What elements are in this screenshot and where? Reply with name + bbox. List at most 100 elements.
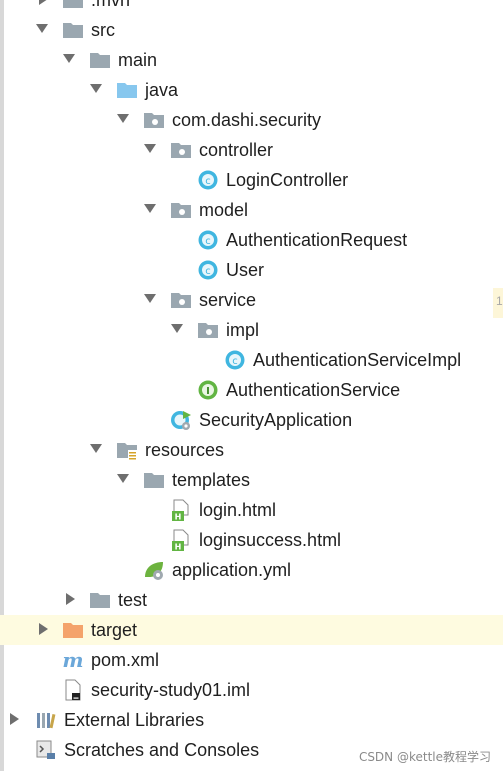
spring-boot-class-icon xyxy=(170,409,192,431)
tree-item-model[interactable]: model xyxy=(0,195,503,225)
tree-item-label: impl xyxy=(226,320,260,340)
collapse-arrow-icon[interactable] xyxy=(36,24,48,33)
tree-item-label: security-study01.iml xyxy=(91,680,251,700)
tree-item-login-html[interactable]: H login.html xyxy=(0,495,503,525)
tree-item-security-application[interactable]: SecurityApplication xyxy=(0,405,503,435)
spring-config-icon xyxy=(143,559,165,581)
expand-arrow-icon[interactable] xyxy=(66,593,75,605)
svg-text:I: I xyxy=(206,386,210,397)
tree-item-label: pom.xml xyxy=(91,650,160,670)
collapse-arrow-icon[interactable] xyxy=(144,294,156,303)
html-file-icon: H xyxy=(170,499,192,522)
tree-item-impl[interactable]: impl xyxy=(0,315,503,345)
folder-icon xyxy=(89,49,111,71)
svg-text:H: H xyxy=(175,543,182,552)
svg-text:c: c xyxy=(205,236,211,247)
expand-arrow-icon[interactable] xyxy=(10,713,19,725)
tree-item-service[interactable]: service xyxy=(0,285,503,315)
package-icon xyxy=(170,199,192,221)
tree-item-loginsuccess-html[interactable]: H loginsuccess.html xyxy=(0,525,503,555)
tree-item-application-yml[interactable]: application.yml xyxy=(0,555,503,585)
tree-item-label: target xyxy=(91,620,138,640)
collapse-arrow-icon[interactable] xyxy=(63,54,75,63)
tree-item-label: controller xyxy=(199,140,274,160)
tree-item-label: SecurityApplication xyxy=(199,410,353,430)
tree-item-authentication-request[interactable]: c AuthenticationRequest xyxy=(0,225,503,255)
iml-file-icon xyxy=(62,679,84,701)
interface-icon: I xyxy=(197,379,219,401)
tree-item-label: service xyxy=(199,290,257,310)
tree-item-label: Scratches and Consoles xyxy=(64,740,260,760)
tree-item-label: AuthenticationRequest xyxy=(226,230,408,250)
tree-item-java[interactable]: java xyxy=(0,75,503,105)
tree-item-test[interactable]: test xyxy=(0,585,503,615)
tree-item-mvn[interactable]: .mvn xyxy=(0,0,503,15)
svg-text:m: m xyxy=(62,649,83,671)
tree-item-label: src xyxy=(91,20,115,40)
tree-item-label: User xyxy=(226,260,265,280)
folder-icon xyxy=(62,0,84,11)
package-icon xyxy=(170,289,192,311)
libraries-icon xyxy=(35,709,57,731)
package-icon xyxy=(170,139,192,161)
svg-text:c: c xyxy=(232,356,238,367)
folder-icon xyxy=(89,589,111,611)
expand-arrow-icon[interactable] xyxy=(39,623,48,635)
tree-item-label: AuthenticationService xyxy=(226,380,401,400)
collapse-arrow-icon[interactable] xyxy=(117,474,129,483)
tree-item-main[interactable]: main xyxy=(0,45,503,75)
tree-item-pom-xml[interactable]: m pom.xml xyxy=(0,645,503,675)
tree-item-external-libraries[interactable]: External Libraries xyxy=(0,705,503,735)
tree-item-label: AuthenticationServiceImpl xyxy=(253,350,462,370)
tree-item-label: loginsuccess.html xyxy=(199,530,342,550)
tree-item-authentication-service[interactable]: I AuthenticationService xyxy=(0,375,503,405)
folder-icon xyxy=(143,469,165,491)
tree-item-iml-file[interactable]: security-study01.iml xyxy=(0,675,503,705)
class-icon: c xyxy=(197,169,219,191)
class-icon: c xyxy=(224,349,246,371)
collapse-arrow-icon[interactable] xyxy=(90,444,102,453)
collapse-arrow-icon[interactable] xyxy=(90,84,102,93)
collapse-arrow-icon[interactable] xyxy=(144,204,156,213)
tree-item-label: com.dashi.security xyxy=(172,110,322,130)
excluded-folder-icon xyxy=(62,619,84,641)
watermark: CSDN @kettle教程学习 xyxy=(358,750,491,764)
tree-item-label: templates xyxy=(172,470,251,490)
tree-item-templates[interactable]: templates xyxy=(0,465,503,495)
class-icon: c xyxy=(197,259,219,281)
tree-item-resources[interactable]: resources xyxy=(0,435,503,465)
project-tree[interactable]: .mvn src main java com.dashi.security co… xyxy=(0,0,503,771)
scratches-icon xyxy=(35,739,57,761)
tree-item-label: model xyxy=(199,200,249,220)
tree-item-user[interactable]: c User xyxy=(0,255,503,285)
package-icon xyxy=(143,109,165,131)
tree-item-label: .mvn xyxy=(91,0,131,10)
tree-item-label: LoginController xyxy=(226,170,349,190)
tree-item-label: java xyxy=(145,80,179,100)
tree-item-label: application.yml xyxy=(172,560,292,580)
tree-item-package-root[interactable]: com.dashi.security xyxy=(0,105,503,135)
editor-edge-fragment: 1 xyxy=(493,288,503,318)
expand-arrow-icon[interactable] xyxy=(39,0,48,5)
edge-fragment-text: 1 xyxy=(496,294,503,308)
resources-folder-icon xyxy=(116,439,138,461)
collapse-arrow-icon[interactable] xyxy=(144,144,156,153)
collapse-arrow-icon[interactable] xyxy=(171,324,183,333)
tree-item-label: External Libraries xyxy=(64,710,205,730)
tree-item-src[interactable]: src xyxy=(0,15,503,45)
svg-text:c: c xyxy=(205,266,211,277)
maven-icon: m xyxy=(62,648,84,672)
svg-text:H: H xyxy=(175,513,182,522)
tree-item-label: login.html xyxy=(199,500,277,520)
tree-item-label: resources xyxy=(145,440,225,460)
tree-item-authentication-service-impl[interactable]: c AuthenticationServiceImpl xyxy=(0,345,503,375)
tree-item-label: test xyxy=(118,590,148,610)
source-folder-icon xyxy=(116,79,138,101)
collapse-arrow-icon[interactable] xyxy=(117,114,129,123)
tree-item-controller[interactable]: controller xyxy=(0,135,503,165)
package-icon xyxy=(197,319,219,341)
tree-item-login-controller[interactable]: c LoginController xyxy=(0,165,503,195)
html-file-icon: H xyxy=(170,529,192,552)
tree-item-target[interactable]: target xyxy=(0,615,503,645)
tree-item-label: main xyxy=(118,50,158,70)
